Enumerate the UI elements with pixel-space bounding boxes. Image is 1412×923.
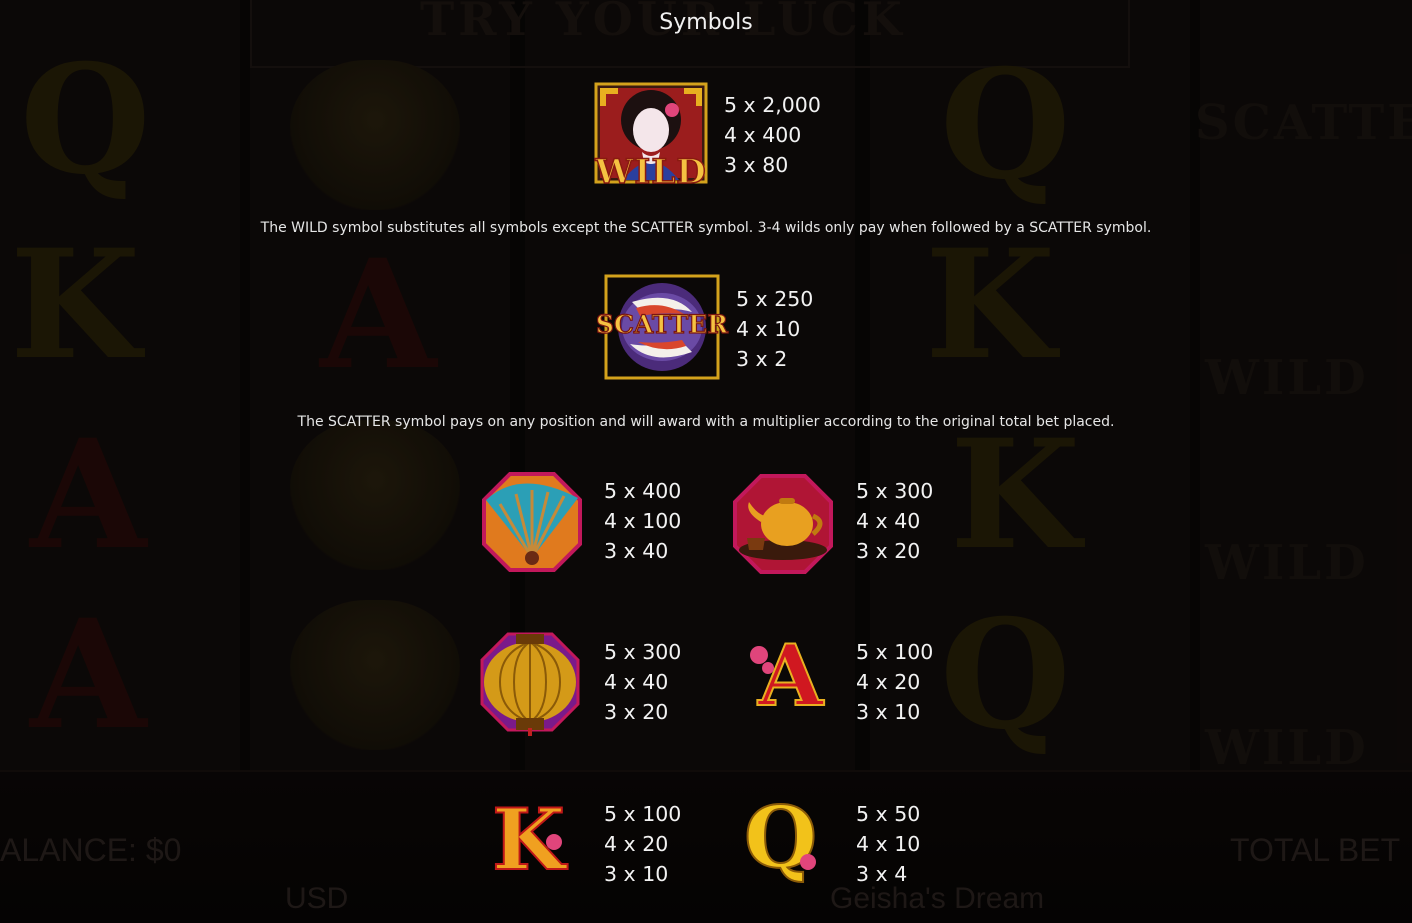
letter-a-symbol-icon: A bbox=[748, 633, 824, 730]
pay-line: 4 x 10 bbox=[736, 317, 801, 341]
teapot-paytable: 5 x 300 4 x 40 3 x 20 bbox=[856, 476, 933, 566]
pay-line: 4 x 40 bbox=[856, 509, 921, 533]
lantern-paytable: 5 x 300 4 x 40 3 x 20 bbox=[604, 637, 681, 727]
wild-description: The WILD symbol substitutes all symbols … bbox=[260, 220, 1152, 236]
letter-k-paytable: 5 x 100 4 x 20 3 x 10 bbox=[604, 799, 681, 889]
letter-k-symbol-icon: K bbox=[490, 797, 570, 890]
pay-line: 3 x 10 bbox=[604, 862, 669, 886]
fan-symbol-icon bbox=[480, 470, 584, 578]
lantern-symbol-icon bbox=[478, 628, 582, 740]
teapot-symbol-icon bbox=[731, 472, 835, 580]
pay-line: 4 x 40 bbox=[604, 670, 669, 694]
pay-line: 3 x 80 bbox=[724, 153, 789, 177]
letter-q-paytable: 5 x 50 4 x 10 3 x 4 bbox=[856, 799, 920, 889]
scatter-description: The SCATTER symbol pays on any position … bbox=[297, 414, 1115, 430]
pay-line: 3 x 10 bbox=[856, 700, 921, 724]
pay-line: 5 x 2,000 bbox=[724, 93, 821, 117]
pay-line: 5 x 300 bbox=[856, 479, 934, 503]
letter-a-glyph: A bbox=[757, 626, 824, 725]
scatter-symbol-label: SCATTER bbox=[595, 309, 729, 339]
scatter-paytable: 5 x 250 4 x 10 3 x 2 bbox=[736, 284, 813, 374]
pay-line: 5 x 100 bbox=[856, 640, 934, 664]
cherry-blossom-icon bbox=[762, 662, 774, 674]
cherry-blossom-icon bbox=[546, 834, 562, 850]
pay-line: 4 x 20 bbox=[856, 670, 921, 694]
pay-line: 3 x 20 bbox=[856, 539, 921, 563]
wild-paytable: 5 x 2,000 4 x 400 3 x 80 bbox=[724, 90, 821, 180]
pay-line: 3 x 4 bbox=[856, 862, 908, 886]
pay-line: 5 x 50 bbox=[856, 802, 921, 826]
cherry-blossom-icon bbox=[800, 854, 816, 870]
wild-symbol-icon: WILD bbox=[588, 80, 714, 196]
page-title: Symbols bbox=[659, 10, 753, 35]
pay-line: 4 x 10 bbox=[856, 832, 921, 856]
pay-line: 5 x 100 bbox=[604, 802, 682, 826]
pay-line: 4 x 400 bbox=[724, 123, 802, 147]
pay-line: 5 x 300 bbox=[604, 640, 682, 664]
letter-q-symbol-icon: Q bbox=[742, 795, 822, 892]
scatter-symbol-icon: SCATTER bbox=[592, 272, 732, 386]
wild-symbol-label: WILD bbox=[595, 151, 707, 193]
fan-paytable: 5 x 400 4 x 100 3 x 40 bbox=[604, 476, 681, 566]
pay-line: 3 x 40 bbox=[604, 539, 669, 563]
pay-line: 4 x 20 bbox=[604, 832, 669, 856]
pay-line: 5 x 400 bbox=[604, 479, 682, 503]
pay-line: 5 x 250 bbox=[736, 287, 814, 311]
pay-line: 3 x 20 bbox=[604, 700, 669, 724]
pay-line: 4 x 100 bbox=[604, 509, 682, 533]
letter-a-paytable: 5 x 100 4 x 20 3 x 10 bbox=[856, 637, 933, 727]
pay-line: 3 x 2 bbox=[736, 347, 788, 371]
